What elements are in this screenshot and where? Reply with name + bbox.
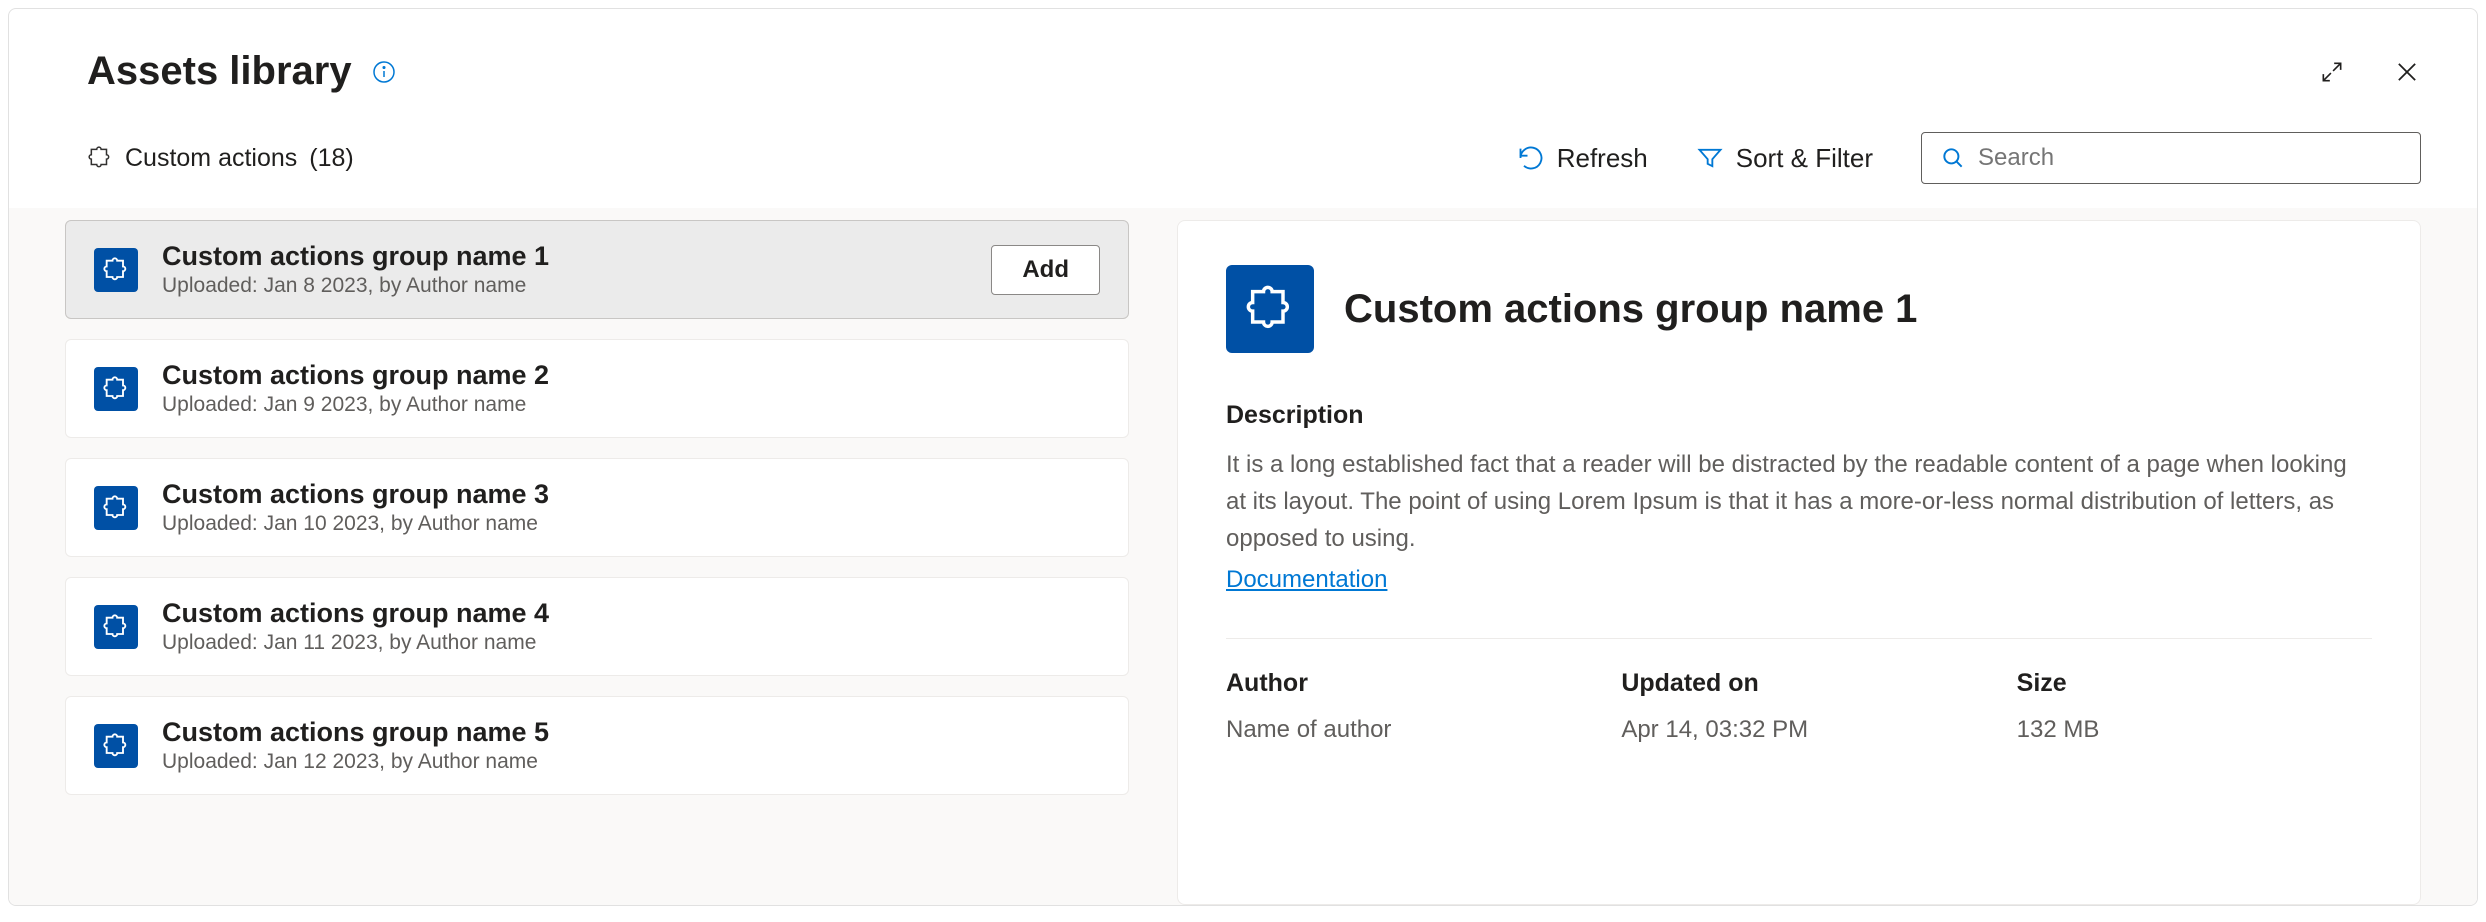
- puzzle-icon: [1226, 265, 1314, 353]
- list-item[interactable]: Custom actions group name 1Uploaded: Jan…: [65, 220, 1129, 319]
- description-text: It is a long established fact that a rea…: [1226, 446, 2372, 558]
- description-label: Description: [1226, 401, 2372, 430]
- item-meta: Uploaded: Jan 9 2023, by Author name: [162, 393, 1100, 417]
- documentation-link[interactable]: Documentation: [1226, 566, 1387, 593]
- expand-icon[interactable]: [2319, 59, 2345, 85]
- item-title: Custom actions group name 1: [162, 241, 967, 272]
- sort-filter-button[interactable]: Sort & Filter: [1696, 143, 1873, 174]
- item-meta: Uploaded: Jan 12 2023, by Author name: [162, 750, 1100, 774]
- toolbar: Custom actions (18) Refresh Sort & Filte…: [9, 104, 2477, 208]
- category-label: Custom actions: [125, 144, 297, 173]
- detail-title: Custom actions group name 1: [1344, 287, 1917, 332]
- add-button[interactable]: Add: [991, 245, 1100, 295]
- item-meta: Uploaded: Jan 10 2023, by Author name: [162, 512, 1100, 536]
- page-title: Assets library: [87, 49, 352, 94]
- size-label: Size: [2017, 669, 2372, 698]
- category-breadcrumb: Custom actions (18): [87, 144, 354, 173]
- item-title: Custom actions group name 3: [162, 479, 1100, 510]
- detail-panel: Custom actions group name 1 Description …: [1177, 220, 2421, 905]
- size-value: 132 MB: [2017, 716, 2372, 744]
- list-item[interactable]: Custom actions group name 4Uploaded: Jan…: [65, 577, 1129, 676]
- category-count: (18): [309, 144, 353, 173]
- author-label: Author: [1226, 669, 1581, 698]
- list-panel: Custom actions group name 1Uploaded: Jan…: [65, 220, 1129, 905]
- puzzle-icon: [94, 367, 138, 411]
- author-value: Name of author: [1226, 716, 1581, 744]
- panel-header: Assets library: [9, 9, 2477, 104]
- sort-filter-label: Sort & Filter: [1736, 143, 1873, 174]
- divider: [1226, 638, 2372, 639]
- refresh-label: Refresh: [1557, 143, 1648, 174]
- puzzle-icon: [94, 724, 138, 768]
- puzzle-icon: [94, 605, 138, 649]
- updated-label: Updated on: [1621, 669, 1976, 698]
- refresh-button[interactable]: Refresh: [1517, 143, 1648, 174]
- item-meta: Uploaded: Jan 8 2023, by Author name: [162, 274, 967, 298]
- list-item[interactable]: Custom actions group name 2Uploaded: Jan…: [65, 339, 1129, 438]
- item-title: Custom actions group name 4: [162, 598, 1100, 629]
- puzzle-icon: [94, 486, 138, 530]
- close-icon[interactable]: [2393, 58, 2421, 86]
- updated-value: Apr 14, 03:32 PM: [1621, 716, 1976, 744]
- item-title: Custom actions group name 2: [162, 360, 1100, 391]
- item-meta: Uploaded: Jan 11 2023, by Author name: [162, 631, 1100, 655]
- puzzle-icon: [87, 145, 113, 171]
- search-input[interactable]: [1978, 144, 2402, 172]
- list-item[interactable]: Custom actions group name 3Uploaded: Jan…: [65, 458, 1129, 557]
- puzzle-icon: [94, 248, 138, 292]
- info-icon[interactable]: [372, 60, 396, 84]
- item-title: Custom actions group name 5: [162, 717, 1100, 748]
- list-item[interactable]: Custom actions group name 5Uploaded: Jan…: [65, 696, 1129, 795]
- search-box[interactable]: [1921, 132, 2421, 184]
